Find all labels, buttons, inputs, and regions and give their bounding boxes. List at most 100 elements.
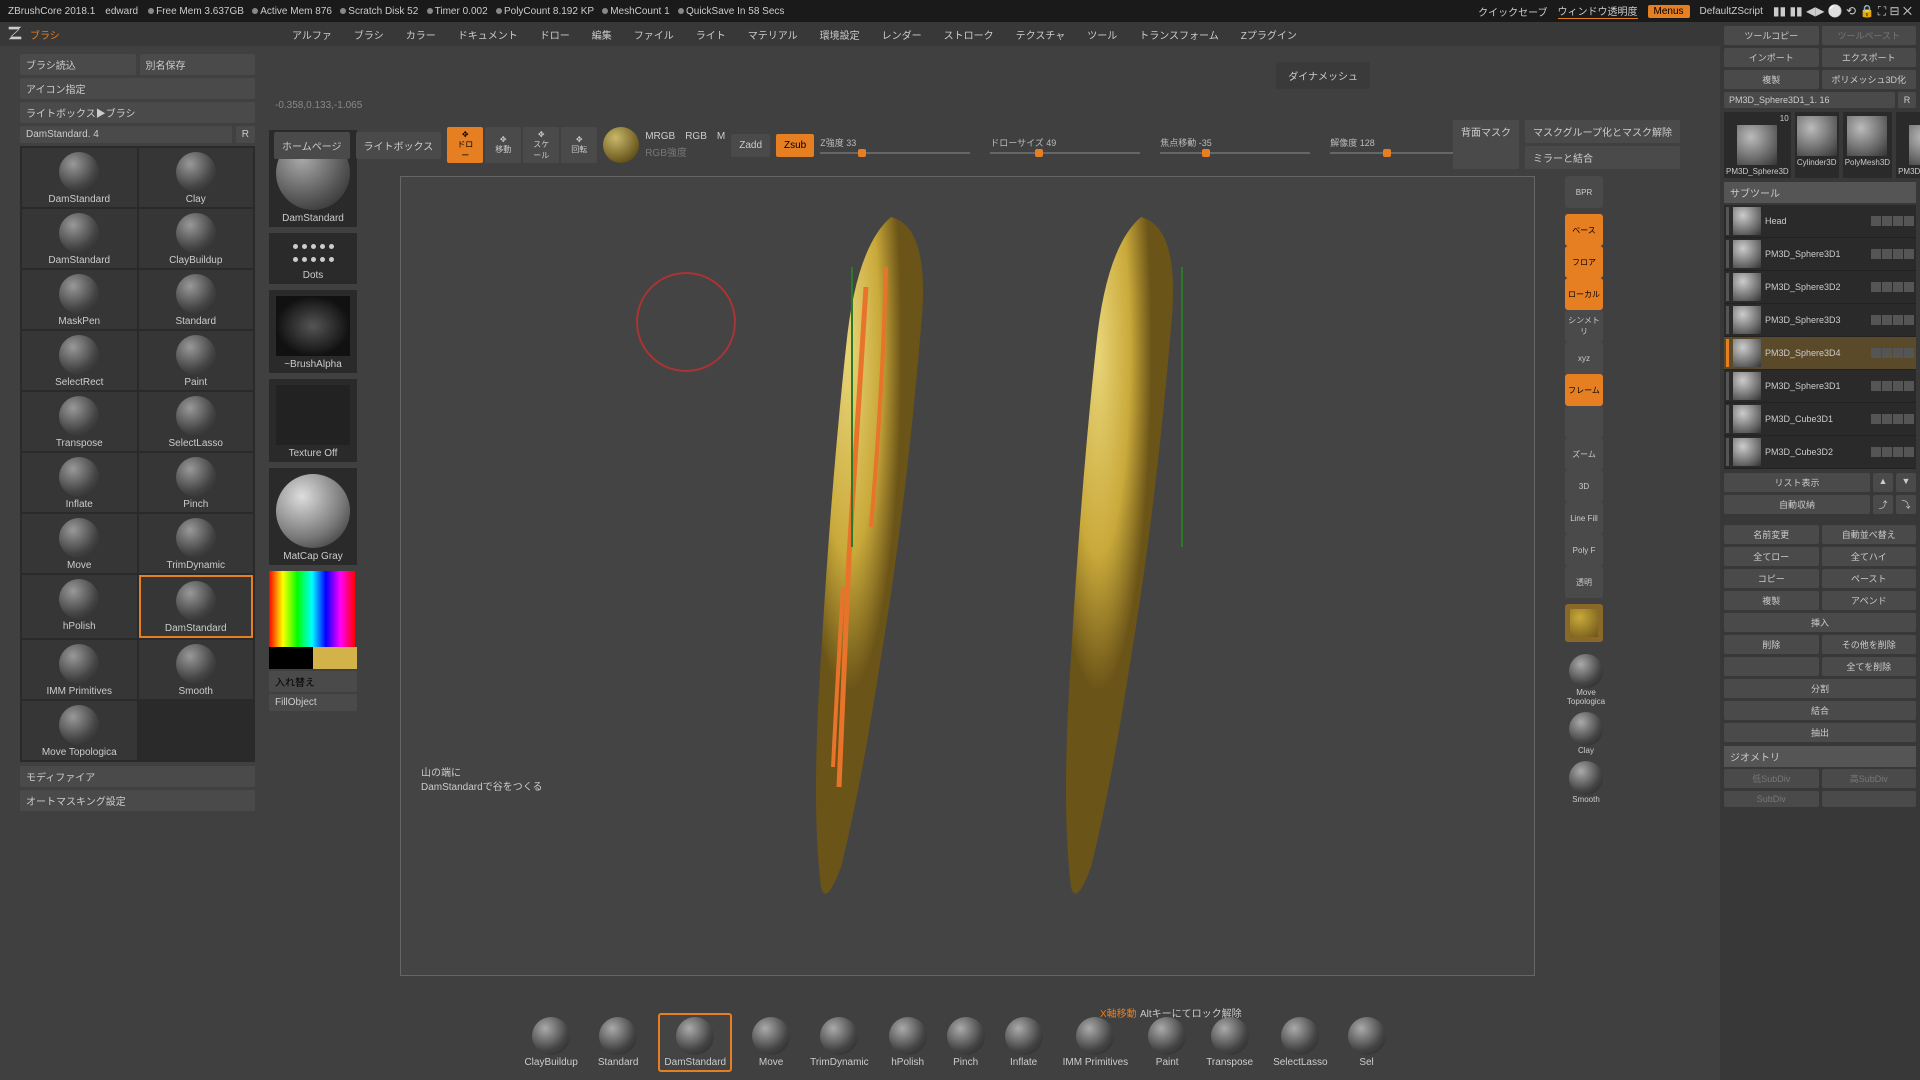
- viewport-tool-icon[interactable]: 3D: [1565, 470, 1603, 502]
- action-button[interactable]: 全てを削除: [1822, 657, 1917, 676]
- zadd-button[interactable]: Zadd: [731, 134, 770, 157]
- viewport-tool-icon[interactable]: Line Fill: [1565, 502, 1603, 534]
- shelf-brush[interactable]: Pinch: [947, 1017, 985, 1068]
- slider[interactable]: 焦点移動 -35: [1160, 136, 1310, 154]
- panel-button[interactable]: アイコン指定: [20, 78, 255, 99]
- subtool-item[interactable]: PM3D_Sphere3D1: [1724, 238, 1916, 271]
- menu-item[interactable]: Zプラグイン: [1241, 27, 1297, 42]
- action-button[interactable]: [1724, 657, 1819, 676]
- menu-items[interactable]: アルファブラシカラードキュメントドロー編集ファイルライトマテリアル環境設定レンダ…: [292, 27, 1297, 42]
- polymesh3d-button[interactable]: ポリメッシュ3D化: [1822, 70, 1917, 89]
- fillobject-button[interactable]: FillObject: [269, 694, 357, 711]
- backface-mask[interactable]: 背面マスク: [1453, 120, 1519, 169]
- brush-cell[interactable]: Smooth: [139, 640, 254, 699]
- brush-cell[interactable]: SelectRect: [22, 331, 137, 390]
- export-button[interactable]: エクスポート: [1822, 48, 1917, 67]
- viewport-tool-icon[interactable]: フロア: [1565, 246, 1603, 278]
- menu-item[interactable]: マテリアル: [748, 27, 798, 42]
- brush-cell[interactable]: Move: [22, 514, 137, 573]
- viewport-tool-icon[interactable]: Poly F: [1565, 534, 1603, 566]
- menu-item[interactable]: ライト: [696, 27, 726, 42]
- action-button[interactable]: 挿入: [1724, 613, 1916, 632]
- shelf-brush[interactable]: Inflate: [1005, 1017, 1043, 1068]
- geom-button[interactable]: [1822, 791, 1917, 807]
- default-zscript[interactable]: DefaultZScript: [1700, 6, 1763, 17]
- subtool-item[interactable]: PM3D_Cube3D2: [1724, 436, 1916, 469]
- viewport-tool-icon[interactable]: 透明: [1565, 566, 1603, 598]
- menu-item[interactable]: カラー: [406, 27, 436, 42]
- paint-mode[interactable]: RGB: [685, 131, 707, 142]
- panel-button[interactable]: ブラシ読込: [20, 54, 136, 75]
- menu-item[interactable]: ストローク: [944, 27, 994, 42]
- mirror-weld[interactable]: ミラーと結合: [1525, 146, 1680, 169]
- color-swatches[interactable]: [269, 647, 357, 669]
- brush-palette-label[interactable]: ブラシ: [30, 27, 60, 42]
- menu-item[interactable]: アルファ: [292, 27, 332, 42]
- window-icons[interactable]: ▮▮ ▮▮ ◀▶ ⚪ ⟲ 🔒 ⛶ ⊟ ✕: [1773, 4, 1912, 19]
- geom-button[interactable]: 低SubDiv: [1724, 769, 1819, 788]
- auto-collapse[interactable]: 自動収納: [1724, 495, 1870, 514]
- brush-cell[interactable]: Pinch: [139, 453, 254, 512]
- action-button[interactable]: 全てハイ: [1822, 547, 1917, 566]
- geom-button[interactable]: 高SubDiv: [1822, 769, 1917, 788]
- subtool-item[interactable]: PM3D_Cube3D1: [1724, 403, 1916, 436]
- texture-slot[interactable]: Texture Off: [269, 379, 357, 462]
- quick-brush[interactable]: Clay: [1565, 712, 1607, 755]
- mask-group[interactable]: マスクグループ化とマスク解除: [1525, 120, 1680, 143]
- shelf-brush[interactable]: TrimDynamic: [810, 1017, 869, 1068]
- brush-cell[interactable]: Standard: [139, 270, 254, 329]
- r-badge[interactable]: R: [236, 126, 255, 143]
- panel-button[interactable]: モディファイア: [20, 766, 255, 787]
- tool-paste[interactable]: ツールペースト: [1822, 26, 1917, 45]
- viewport-tool-icon[interactable]: xyz: [1565, 342, 1603, 374]
- geom-button[interactable]: SubDiv: [1724, 791, 1819, 807]
- subtool-item[interactable]: PM3D_Sphere3D3: [1724, 304, 1916, 337]
- action-button[interactable]: 全てロー: [1724, 547, 1819, 566]
- shelf-brush[interactable]: Paint: [1148, 1017, 1186, 1068]
- action-button[interactable]: 複製: [1724, 591, 1819, 610]
- viewport-tool-icon[interactable]: ベース: [1565, 214, 1603, 246]
- tool-thumb[interactable]: 10PM3D_Sphere3D: [1724, 112, 1791, 178]
- menu-item[interactable]: 環境設定: [820, 27, 860, 42]
- brush-cell[interactable]: MaskPen: [22, 270, 137, 329]
- down-arrow-icon[interactable]: ▼: [1896, 473, 1916, 492]
- tool-copy[interactable]: ツールコピー: [1724, 26, 1819, 45]
- shelf-brush[interactable]: Standard: [598, 1017, 639, 1068]
- action-button[interactable]: 結合: [1724, 701, 1916, 720]
- action-button[interactable]: その他を削除: [1822, 635, 1917, 654]
- brush-cell[interactable]: Clay: [139, 148, 254, 207]
- brush-cell[interactable]: Inflate: [22, 453, 137, 512]
- panel-button[interactable]: 別名保存: [140, 54, 256, 75]
- brush-cell[interactable]: SelectLasso: [139, 392, 254, 451]
- menu-item[interactable]: ドロー: [540, 27, 570, 42]
- viewport-tool-icon[interactable]: フレーム: [1565, 374, 1603, 406]
- zsub-button[interactable]: Zsub: [776, 134, 814, 157]
- list-display[interactable]: リスト表示: [1724, 473, 1870, 492]
- alpha-slot[interactable]: ~BrushAlpha: [269, 290, 357, 373]
- window-transparency[interactable]: ウィンドウ透明度: [1558, 3, 1638, 19]
- up-arrow-icon[interactable]: ▲: [1873, 473, 1893, 492]
- subtool-item[interactable]: Head: [1724, 205, 1916, 238]
- action-button[interactable]: 名前変更: [1724, 525, 1819, 544]
- shelf-brush[interactable]: hPolish: [889, 1017, 927, 1068]
- action-button[interactable]: 抽出: [1724, 723, 1916, 742]
- mode-icon[interactable]: ✥ドロー: [447, 127, 483, 163]
- menu-item[interactable]: レンダー: [882, 27, 922, 42]
- material-slot[interactable]: MatCap Gray: [269, 468, 357, 565]
- color-picker[interactable]: [269, 571, 355, 647]
- shelf-brush[interactable]: DamStandard: [658, 1013, 732, 1072]
- mode-icon[interactable]: ✥回転: [561, 127, 597, 163]
- home-button[interactable]: ホームページ: [274, 132, 350, 159]
- current-brush-name[interactable]: DamStandard. 4: [20, 126, 232, 143]
- action-button[interactable]: 削除: [1724, 635, 1819, 654]
- viewport-tool-icon[interactable]: シンメトリ: [1565, 310, 1603, 342]
- shelf-brush[interactable]: IMM Primitives: [1063, 1017, 1129, 1068]
- menu-item[interactable]: トランスフォーム: [1139, 27, 1219, 42]
- stroke-slot[interactable]: Dots: [269, 233, 357, 284]
- panel-button[interactable]: ライトボックス▶ブラシ: [20, 102, 255, 123]
- mode-icon[interactable]: ✥スケール: [523, 127, 559, 163]
- viewport[interactable]: 山の端に DamStandardで谷をつくる: [400, 176, 1535, 976]
- brush-cell[interactable]: Paint: [139, 331, 254, 390]
- tool-thumb[interactable]: Cylinder3D: [1795, 112, 1839, 178]
- menu-item[interactable]: テクスチャ: [1016, 27, 1066, 42]
